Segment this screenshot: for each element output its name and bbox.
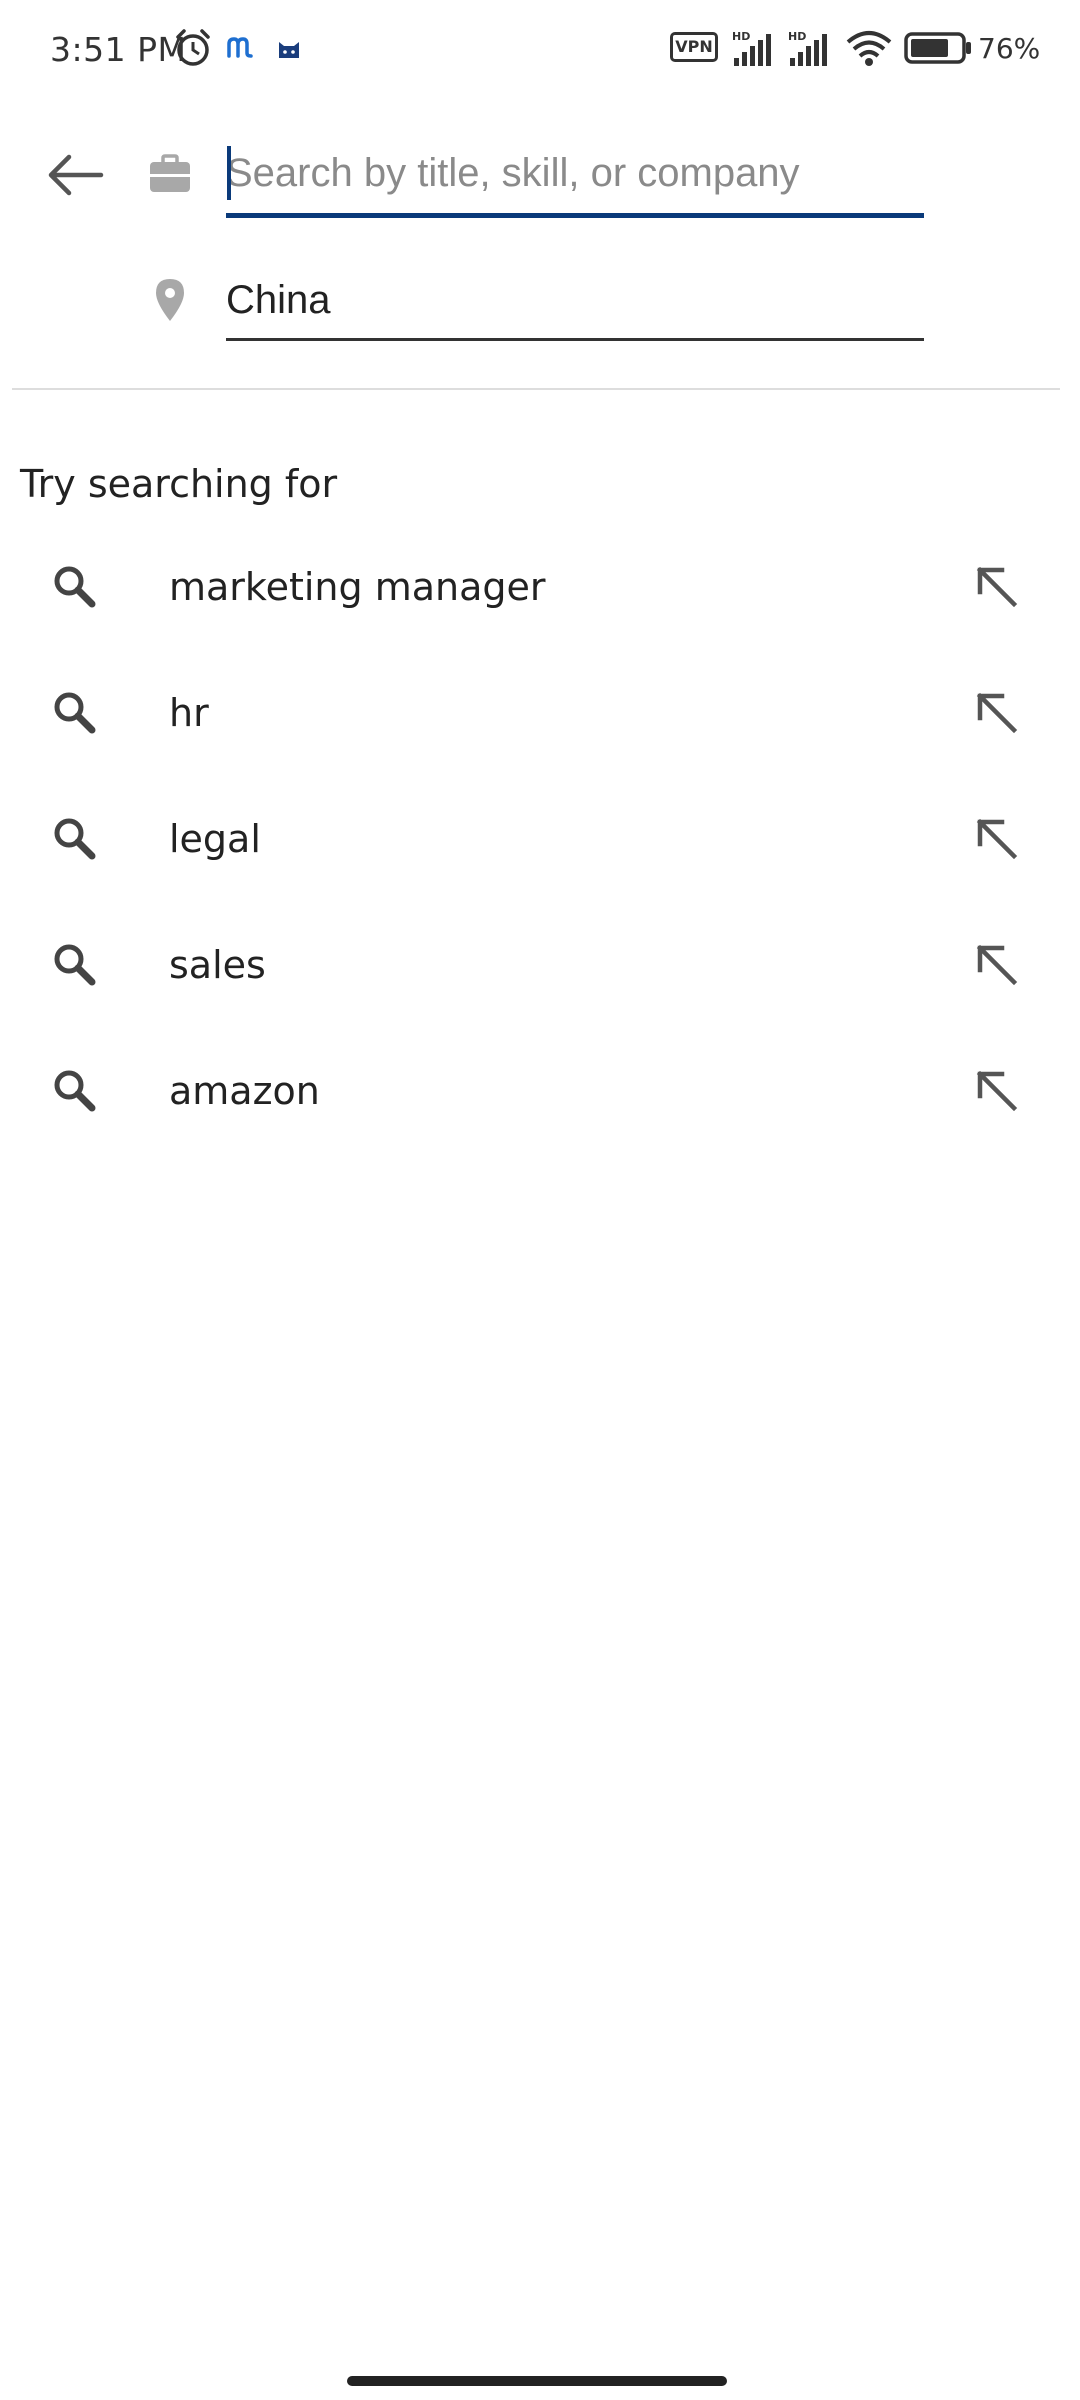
- fill-query-arrow-icon[interactable]: [970, 938, 1022, 990]
- search-icon: [54, 566, 96, 608]
- search-icon: [54, 692, 96, 734]
- signal-hd-icon: HD: [788, 30, 827, 66]
- search-icon: [54, 1070, 96, 1112]
- signal-hd-icon: HD: [732, 30, 771, 66]
- suggestion-item[interactable]: amazon: [0, 1030, 1080, 1156]
- suggestion-label: marketing manager: [169, 565, 546, 609]
- briefcase-icon: [146, 150, 194, 198]
- status-time: 3:51 PM: [50, 30, 187, 69]
- job-search-underline: [226, 213, 924, 218]
- location-input[interactable]: [226, 268, 924, 332]
- suggestions-heading: Try searching for: [20, 462, 338, 506]
- cat-app-icon: [279, 42, 299, 58]
- suggestion-item[interactable]: hr: [0, 652, 1080, 778]
- location-pin-icon: [146, 276, 194, 324]
- job-search-input[interactable]: [226, 141, 924, 205]
- suggestion-label: legal: [169, 817, 261, 861]
- suggestion-label: hr: [169, 691, 209, 735]
- suggestion-item[interactable]: marketing manager: [0, 526, 1080, 652]
- alarm-icon: [176, 29, 210, 66]
- status-bar: 3:51 PM VPN HD HD 76%: [0, 0, 1080, 100]
- fill-query-arrow-icon[interactable]: [970, 560, 1022, 612]
- text-cursor: [227, 146, 231, 200]
- back-arrow-icon: [48, 154, 104, 196]
- fill-query-arrow-icon[interactable]: [970, 1064, 1022, 1116]
- location-underline: [226, 338, 924, 341]
- fill-query-arrow-icon[interactable]: [970, 812, 1022, 864]
- vpn-badge: VPN: [670, 32, 718, 62]
- search-icon: [54, 944, 96, 986]
- suggestion-label: sales: [169, 943, 266, 987]
- svg-text:HD: HD: [788, 30, 806, 43]
- suggestions-list: marketing manager hr legal sales amazon: [0, 526, 1080, 1156]
- suggestion-item[interactable]: legal: [0, 778, 1080, 904]
- fill-query-arrow-icon[interactable]: [970, 686, 1022, 738]
- m-app-icon: [227, 37, 253, 58]
- wifi-icon: [846, 31, 892, 66]
- svg-text:HD: HD: [732, 30, 750, 43]
- header-divider: [12, 388, 1060, 390]
- suggestion-item[interactable]: sales: [0, 904, 1080, 1030]
- search-icon: [54, 818, 96, 860]
- battery-icon: [904, 32, 971, 64]
- battery-percent: 76%: [978, 32, 1041, 65]
- home-indicator[interactable]: [347, 2376, 727, 2386]
- back-button[interactable]: [40, 140, 110, 210]
- suggestion-label: amazon: [169, 1069, 320, 1113]
